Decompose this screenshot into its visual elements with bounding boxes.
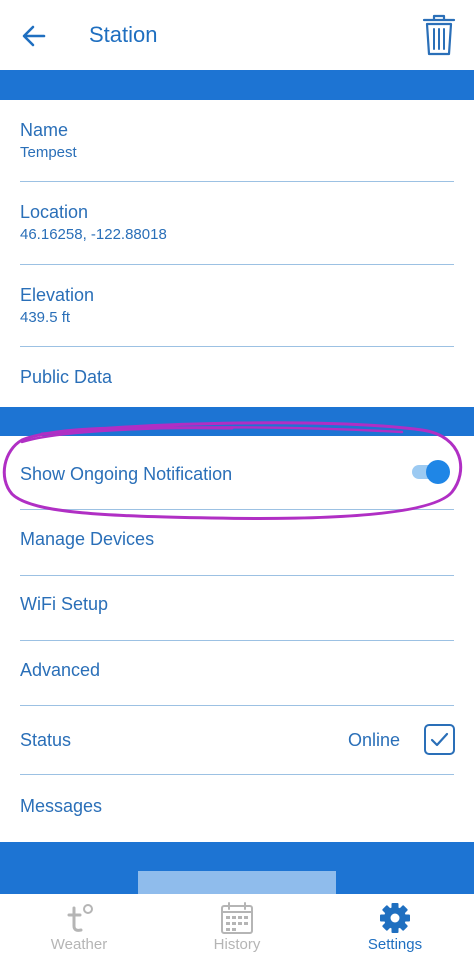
tab-label: History [213, 936, 261, 953]
elevation-label: Elevation [20, 285, 95, 305]
name-label: Name [20, 120, 69, 140]
advanced-row[interactable]: Advanced [0, 641, 474, 706]
gear-icon [380, 903, 410, 933]
page-title: Station [89, 22, 158, 47]
tab-label: Weather [50, 936, 108, 953]
notification-label: Show Ongoing Notification [20, 464, 233, 484]
name-row[interactable]: Name Tempest [0, 100, 474, 182]
location-label: Location [20, 202, 89, 222]
messages-row[interactable]: Messages [0, 775, 474, 842]
tab-weather[interactable]: Weather [0, 894, 158, 962]
public-data-row[interactable]: Public Data [0, 347, 474, 407]
delete-station-button[interactable] [420, 12, 458, 58]
calendar-icon [221, 902, 253, 934]
notification-toggle[interactable] [410, 458, 452, 484]
name-value: Tempest [20, 144, 77, 161]
status-row[interactable]: Status Online [0, 706, 474, 775]
elevation-row[interactable]: Elevation 439.5 ft [0, 265, 474, 347]
elevation-value: 439.5 ft [20, 309, 71, 326]
status-value: Online [348, 730, 401, 750]
tab-settings[interactable]: Settings [316, 894, 474, 962]
banner-highlight [138, 871, 336, 894]
advanced-label: Advanced [20, 660, 101, 680]
location-value: 46.16258, -122.88018 [20, 226, 167, 243]
trash-icon [422, 14, 456, 56]
messages-label: Messages [20, 796, 103, 816]
tempest-logo-icon [67, 904, 93, 932]
location-row[interactable]: Location 46.16258, -122.88018 [0, 182, 474, 265]
section-separator [0, 70, 474, 100]
tab-label: Settings [367, 936, 423, 953]
status-label: Status [20, 730, 72, 750]
app-header: Station [0, 0, 474, 70]
bottom-tab-bar: Weather History Settings [0, 894, 474, 962]
tab-history[interactable]: History [158, 894, 316, 962]
arrow-left-icon [22, 25, 46, 47]
manage-devices-label: Manage Devices [20, 529, 155, 549]
bottom-banner [0, 842, 474, 894]
ongoing-notification-row[interactable]: Show Ongoing Notification [0, 436, 474, 510]
section-separator [0, 407, 474, 436]
back-button[interactable] [18, 20, 50, 52]
toggle-knob [426, 460, 450, 484]
wifi-setup-label: WiFi Setup [20, 594, 109, 614]
checkmark-icon [430, 732, 449, 747]
public-data-label: Public Data [20, 367, 113, 387]
manage-devices-row[interactable]: Manage Devices [0, 510, 474, 576]
status-checkbox[interactable] [424, 724, 455, 755]
wifi-setup-row[interactable]: WiFi Setup [0, 576, 474, 641]
